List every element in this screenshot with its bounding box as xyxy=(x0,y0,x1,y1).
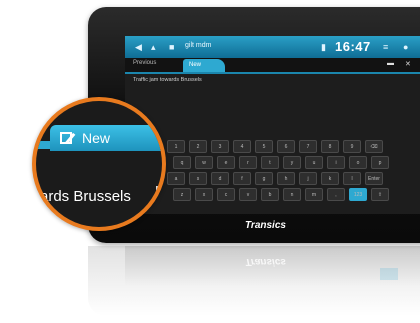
tab-bar: Previous New ▬ ✕ xyxy=(125,58,420,74)
brand-reflection: Transics xyxy=(245,256,286,267)
keyboard-key[interactable]: i xyxy=(327,156,345,169)
power-icon[interactable]: ● xyxy=(403,41,408,53)
keyboard-key[interactable]: 9 xyxy=(343,140,361,153)
keyboard-key[interactable]: v xyxy=(239,188,257,201)
keyboard-key[interactable]: x xyxy=(195,188,213,201)
keyboard-key[interactable]: 123 xyxy=(349,188,367,201)
magnifier-callout: New ards Brussels xyxy=(32,97,166,231)
keyboard-key[interactable]: o xyxy=(349,156,367,169)
keyboard-key[interactable]: h xyxy=(277,172,295,185)
minimize-icon[interactable]: ▬ xyxy=(387,60,394,67)
app-icon: ■ xyxy=(169,42,175,52)
brand-logo: Transics xyxy=(245,220,286,231)
magnifier-tab-label: New xyxy=(82,130,111,146)
keyboard-key[interactable]: ⇧ xyxy=(371,188,389,201)
keyboard-key[interactable]: c xyxy=(217,188,235,201)
clock-time: 16:47 xyxy=(335,39,371,54)
keyboard-key[interactable]: e xyxy=(217,156,235,169)
magnifier-lens: New ards Brussels xyxy=(36,101,162,227)
home-icon[interactable]: ▴ xyxy=(151,41,156,53)
keyboard-key[interactable]: k xyxy=(321,172,339,185)
keyboard-key[interactable]: m xyxy=(305,188,323,201)
keyboard-key[interactable]: g xyxy=(255,172,273,185)
keyboard-key[interactable]: b xyxy=(261,188,279,201)
keyboard-key[interactable]: p xyxy=(371,156,389,169)
keyboard-key[interactable]: 3 xyxy=(211,140,229,153)
menu-icon[interactable]: ≡ xyxy=(383,41,388,53)
keyboard-key[interactable]: 7 xyxy=(299,140,317,153)
keyboard-key[interactable]: t xyxy=(261,156,279,169)
keyboard-key[interactable]: w xyxy=(195,156,213,169)
keyboard-key[interactable]: ⌫ xyxy=(365,140,383,153)
text-cursor xyxy=(156,186,158,208)
reflection-accent xyxy=(380,268,398,280)
keyboard-key[interactable]: q xyxy=(173,156,191,169)
keyboard-key[interactable]: u xyxy=(305,156,323,169)
keyboard-key[interactable]: s xyxy=(189,172,207,185)
back-arrow-icon[interactable]: ◀ xyxy=(135,41,142,53)
keyboard-key[interactable]: r xyxy=(239,156,257,169)
keyboard-key[interactable]: 5 xyxy=(255,140,273,153)
keyboard-key[interactable]: 1 xyxy=(167,140,185,153)
message-text[interactable]: Traffic jam towards Brussels xyxy=(133,77,202,83)
close-icon[interactable]: ✕ xyxy=(405,60,411,68)
signal-icon: ▮ xyxy=(321,42,326,52)
keyboard-key[interactable]: f xyxy=(233,172,251,185)
edit-icon xyxy=(60,132,72,144)
keyboard-key[interactable]: z xyxy=(173,188,191,201)
keyboard-key[interactable]: n xyxy=(283,188,301,201)
keyboard-key[interactable]: 4 xyxy=(233,140,251,153)
keyboard-key[interactable]: , xyxy=(327,188,345,201)
device-screen: ◀ ▴ ■ gilt mdm ▮ 16:47 ≡ ● Previous New … xyxy=(125,36,420,214)
keyboard-key[interactable]: y xyxy=(283,156,301,169)
keyboard-key[interactable]: j xyxy=(299,172,317,185)
on-screen-keyboard: 1 2 3 4 5 6 7 8 9 ⌫ q w e r t y u i o p a s d f g h j k l Enter z x c v b n… xyxy=(167,136,415,210)
keyboard-key[interactable]: 6 xyxy=(277,140,295,153)
keyboard-key[interactable]: l xyxy=(343,172,361,185)
keyboard-key[interactable]: Enter xyxy=(365,172,383,185)
app-name: gilt mdm xyxy=(185,42,212,49)
tab-previous[interactable]: Previous xyxy=(133,60,156,66)
keyboard-key[interactable]: 2 xyxy=(189,140,207,153)
keyboard-key[interactable]: a xyxy=(167,172,185,185)
magnifier-message-text: ards Brussels xyxy=(40,188,131,205)
status-bar: ◀ ▴ ■ gilt mdm ▮ 16:47 ≡ ● xyxy=(125,36,420,58)
keyboard-key[interactable]: 8 xyxy=(321,140,339,153)
tab-new[interactable]: New xyxy=(183,59,225,72)
keyboard-key[interactable]: d xyxy=(211,172,229,185)
